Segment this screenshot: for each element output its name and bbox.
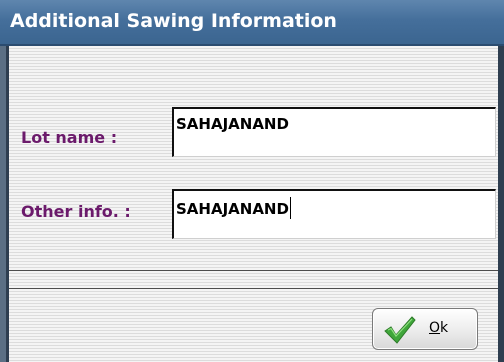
left-frame-border (0, 46, 9, 362)
lot-name-value: SAHAJANAND (176, 115, 289, 133)
checkmark-icon (384, 316, 416, 344)
other-info-value: SAHAJANAND (176, 200, 289, 218)
window-title: Additional Sawing Information (10, 10, 337, 32)
other-info-input[interactable]: SAHAJANAND (172, 189, 496, 239)
dialog-window: Additional Sawing Information Lot name :… (0, 0, 504, 362)
divider-bottom (9, 288, 498, 289)
ok-button-label: Ok (429, 320, 448, 336)
title-bar[interactable]: Additional Sawing Information (0, 0, 504, 46)
text-caret (289, 197, 291, 219)
right-frame-border (498, 46, 504, 362)
other-info-label: Other info. : (21, 202, 131, 221)
ok-label-rest: k (440, 320, 449, 336)
lot-name-input[interactable]: SAHAJANAND (172, 107, 496, 157)
ok-button[interactable]: Ok (372, 308, 478, 350)
divider-top (9, 270, 498, 271)
lot-name-label: Lot name : (21, 128, 118, 147)
ok-accelerator-key: O (429, 320, 441, 336)
